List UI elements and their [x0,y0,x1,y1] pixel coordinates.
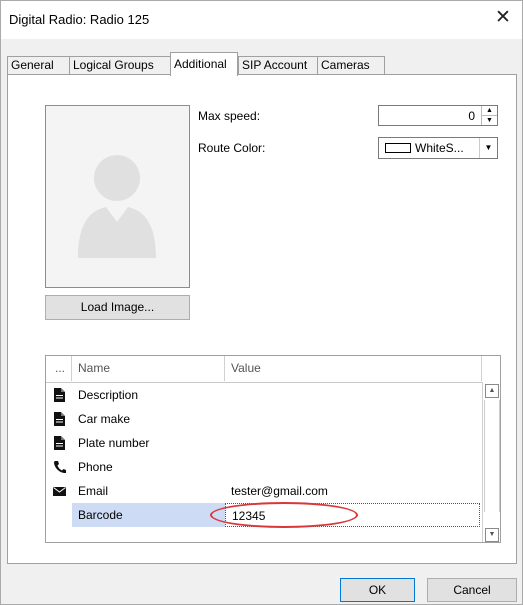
grid-header: ... Name Value [46,356,500,383]
row-value[interactable]: tester@gmail.com [225,479,480,503]
max-speed-stepper[interactable]: 0 ▲ ▼ [378,105,498,126]
title-bar: Digital Radio: Radio 125 ✕ [1,1,522,39]
row-value[interactable] [225,431,480,455]
dialog-window: Digital Radio: Radio 125 ✕ General Logic… [0,0,523,605]
table-row[interactable]: Description [46,383,480,407]
column-header-menu[interactable]: ... [46,356,72,381]
max-speed-value[interactable]: 0 [468,109,475,123]
table-row[interactable]: Car make [46,407,480,431]
ok-button[interactable]: OK [340,578,415,602]
column-header-name[interactable]: Name [72,356,225,381]
tab-panel-additional: Load Image... Max speed: 0 ▲ ▼ Route Col… [7,74,517,564]
color-swatch [385,143,411,153]
route-color-value: WhiteS... [415,141,464,155]
row-name: Phone [78,460,113,474]
photo-frame [45,105,190,288]
table-row[interactable]: Phone [46,455,480,479]
table-row[interactable]: Plate number [46,431,480,455]
scroll-down-icon[interactable]: ▼ [485,528,499,542]
phone-icon [54,461,66,474]
route-color-label: Route Color: [198,141,266,155]
document-icon [54,436,65,450]
spin-buttons[interactable]: ▲ ▼ [481,106,497,125]
chevron-down-icon[interactable]: ▼ [479,138,497,158]
highlight-annotation [210,502,358,528]
row-name: Email [78,484,109,498]
tab-logical-groups[interactable]: Logical Groups [69,56,171,74]
route-color-dropdown[interactable]: WhiteS... ▼ [378,137,498,159]
table-row[interactable]: Email tester@gmail.com [46,479,480,503]
tab-cameras[interactable]: Cameras [317,56,385,74]
spin-up-icon[interactable]: ▲ [482,106,497,116]
tab-general[interactable]: General [7,56,70,74]
row-value[interactable] [225,407,480,431]
envelope-icon [53,487,66,496]
scrollbar-thumb[interactable] [484,400,500,512]
document-icon [54,412,65,426]
row-name: Plate number [78,436,150,450]
tab-sip-account[interactable]: SIP Account [238,56,318,74]
row-value[interactable] [225,383,480,407]
vertical-scrollbar[interactable]: ▲ ▼ [482,382,500,542]
window-title: Digital Radio: Radio 125 [9,12,150,27]
row-value[interactable] [225,455,480,479]
close-icon[interactable]: ✕ [492,7,514,29]
avatar-placeholder-icon [78,155,156,258]
row-name: Car make [78,412,131,426]
cancel-button[interactable]: Cancel [427,578,517,602]
column-header-value[interactable]: Value [225,356,482,381]
row-name: Barcode [72,503,225,527]
document-icon [54,388,65,402]
tab-additional[interactable]: Additional [170,52,238,76]
spin-down-icon[interactable]: ▼ [482,116,497,125]
max-speed-label: Max speed: [198,109,261,123]
scroll-up-icon[interactable]: ▲ [485,384,499,398]
row-name: Description [78,388,139,402]
load-image-button[interactable]: Load Image... [45,295,190,320]
